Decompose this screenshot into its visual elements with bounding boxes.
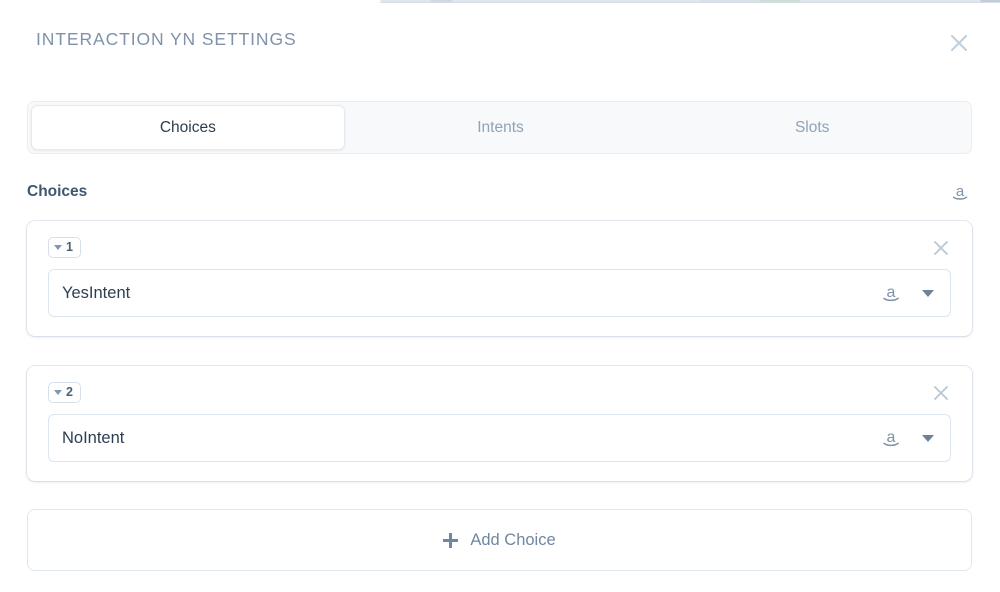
choice-value: NoIntent xyxy=(62,428,125,447)
svg-text:a: a xyxy=(956,183,965,200)
close-icon[interactable] xyxy=(945,29,973,57)
amazon-icon: a xyxy=(876,425,906,451)
choice-select-input[interactable]: YesIntent a xyxy=(48,269,951,317)
chevron-down-icon[interactable] xyxy=(906,270,950,316)
svg-text:a: a xyxy=(887,429,896,446)
choice-index-badge[interactable]: 1 xyxy=(48,237,81,258)
tab-slots-label: Slots xyxy=(794,118,830,136)
chevron-down-icon xyxy=(54,245,62,250)
remove-choice-button[interactable] xyxy=(929,381,953,405)
add-choice-button[interactable]: Add Choice xyxy=(27,509,972,571)
tab-bar: Choices Intents Slots xyxy=(27,101,972,154)
choice-index-badge[interactable]: 2 xyxy=(48,382,81,403)
chevron-down-icon[interactable] xyxy=(906,415,950,461)
plus-icon xyxy=(443,532,459,548)
modal-header: INTERACTION YN SETTINGS xyxy=(0,3,1000,77)
tab-choices[interactable]: Choices xyxy=(31,105,345,150)
tab-intents-label: Intents xyxy=(477,118,524,136)
add-choice-label: Add Choice xyxy=(470,530,556,549)
section-title: Choices xyxy=(27,183,88,200)
choice-select-input[interactable]: NoIntent a xyxy=(48,414,951,462)
choice-value: YesIntent xyxy=(62,283,131,302)
interaction-settings-modal: INTERACTION YN SETTINGS Choices Intents … xyxy=(0,3,1000,592)
amazon-icon: a xyxy=(876,280,906,306)
page-title: INTERACTION YN SETTINGS xyxy=(36,29,297,49)
tab-slots[interactable]: Slots xyxy=(656,105,968,150)
choices-section-header: Choices a xyxy=(27,179,972,205)
amazon-icon: a xyxy=(948,180,972,204)
tab-intents[interactable]: Intents xyxy=(345,105,657,150)
choice-card: 2 NoIntent a xyxy=(27,366,972,481)
remove-choice-button[interactable] xyxy=(929,236,953,260)
tab-choices-label: Choices xyxy=(159,118,216,136)
choice-index-label: 1 xyxy=(66,240,73,255)
choice-index-label: 2 xyxy=(66,385,73,400)
choice-card: 1 YesIntent a xyxy=(27,221,972,336)
svg-text:a: a xyxy=(887,284,896,301)
chevron-down-icon xyxy=(54,390,62,395)
